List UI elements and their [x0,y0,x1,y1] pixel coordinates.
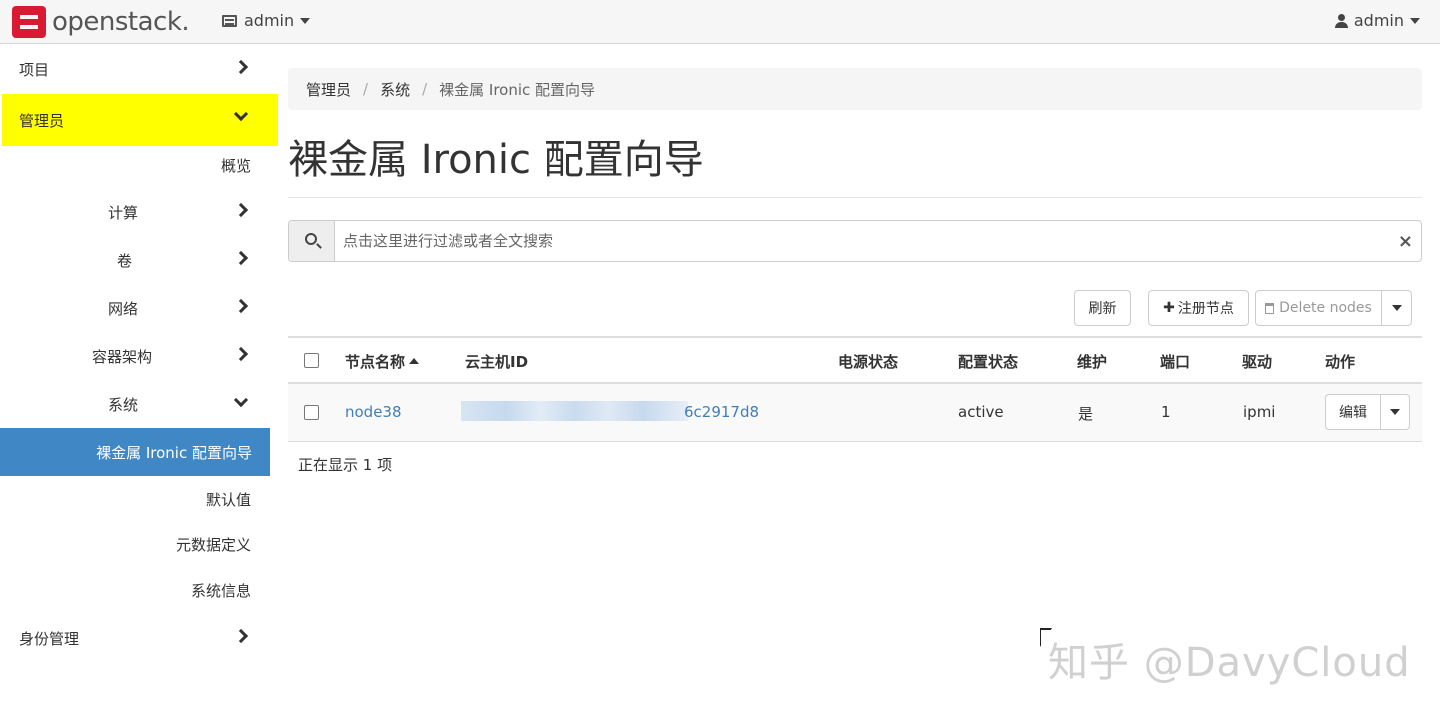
page-title: 裸金属 Ironic 配置向导 [288,137,704,183]
select-all-checkbox[interactable] [304,353,319,368]
sort-ascending-icon [409,358,420,364]
column-header-maintenance[interactable]: 维护 [1077,351,1107,372]
chevron-right-icon [233,250,249,266]
sidebar-item-admin[interactable]: 管理员 [2,94,278,146]
openstack-logo-icon [12,6,46,38]
sidebar-item-network[interactable]: 网络 [0,284,278,332]
caret-down-icon [300,17,311,24]
sidebar-item-system-info[interactable]: 系统信息 [0,566,278,614]
plus-icon: ✚ [1163,300,1175,316]
sidebar-item-label: 卷 [117,251,133,270]
user-name: admin [1353,11,1404,30]
sidebar-item-label: 身份管理 [19,629,80,648]
provision-state-cell: active [958,403,1004,421]
sidebar-item-label: 容器架构 [92,347,153,366]
sidebar-item-label: 管理员 [19,111,65,130]
sidebar-item-label: 默认值 [205,490,251,509]
breadcrumb-item-current: 裸金属 Ironic 配置向导 [439,80,596,99]
sidebar-item-label: 网络 [108,299,139,318]
project-name: admin [244,11,295,30]
search-addon[interactable] [289,221,335,261]
chevron-right-icon [233,202,249,218]
register-node-label: 注册节点 [1177,301,1234,317]
caret-down-icon [1410,17,1420,24]
search-input[interactable] [335,221,1375,261]
register-node-button[interactable]: ✚ 注册节点 [1148,290,1249,326]
table-header: 节点名称 云主机ID 电源状态 配置状态 维护 端口 驱动 动作 [288,336,1422,384]
sidebar-item-label: 系统 [108,395,139,414]
breadcrumb-separator: / [422,80,428,98]
project-selector[interactable]: admin [222,11,311,30]
sidebar: 项目 管理员 概览 计算 卷 网络 容器架构 系统 裸金属 Ironic 配置向… [0,45,278,721]
sidebar-item-label: 项目 [19,60,50,79]
chevron-right-icon [233,346,249,362]
edit-button[interactable]: 编辑 [1325,394,1381,430]
logo-text: openstack. [52,7,190,37]
trash-icon [1265,302,1275,314]
breadcrumb-item-system[interactable]: 系统 [380,79,410,100]
project-list-icon [222,14,237,27]
sidebar-item-label: 系统信息 [190,581,251,600]
instance-id-link[interactable]: 6c2917d8 [684,403,759,421]
maintenance-cell: 是 [1078,405,1094,423]
redacted-id-overlay [461,401,688,421]
sidebar-item-label: 概览 [220,156,251,175]
delete-nodes-label: Delete nodes [1279,300,1372,316]
sidebar-item-system[interactable]: 系统 [0,380,278,428]
row-actions: 编辑 [1325,394,1411,430]
sidebar-item-volume[interactable]: 卷 [0,236,278,284]
chevron-right-icon [233,298,249,314]
sidebar-item-overview[interactable]: 概览 [0,141,278,189]
watermark: 知乎 @DavyCloud [1048,640,1411,686]
driver-cell: ipmi [1243,403,1276,421]
delete-nodes-button[interactable]: Delete nodes [1255,290,1382,326]
table-row: node38 6c2917d8 active 是 1 ipmi 编辑 [288,384,1422,442]
search-icon [305,233,317,245]
node-name-link[interactable]: node38 [345,403,402,421]
sidebar-item-label: 计算 [108,203,139,222]
openstack-logo[interactable]: openstack. [12,5,190,39]
breadcrumb-item-admin[interactable]: 管理员 [306,79,351,100]
more-actions-dropdown[interactable] [1381,290,1412,326]
column-header-driver[interactable]: 驱动 [1242,351,1272,372]
chevron-down-icon [233,106,249,122]
clear-search-icon[interactable]: × [1398,231,1413,252]
sidebar-item-compute[interactable]: 计算 [0,188,278,236]
chevron-down-icon [233,392,249,408]
top-navbar: openstack. admin admin [0,0,1440,44]
sidebar-item-container-infra[interactable]: 容器架构 [0,332,278,380]
items-count: 正在显示 1 项 [298,456,393,474]
refresh-button[interactable]: 刷新 [1074,290,1131,326]
column-header-provision-state[interactable]: 配置状态 [958,351,1018,372]
column-header-ports[interactable]: 端口 [1160,351,1190,372]
column-header-actions: 动作 [1325,353,1356,371]
column-header-node-name[interactable]: 节点名称 [345,351,420,372]
title-divider [288,197,1422,198]
row-actions-dropdown[interactable] [1380,394,1410,430]
sidebar-item-label: 元数据定义 [175,535,251,554]
ports-cell: 1 [1161,403,1171,421]
row-checkbox[interactable] [304,405,319,420]
breadcrumb: 管理员 / 系统 / 裸金属 Ironic 配置向导 [288,68,1422,110]
column-header-power-state[interactable]: 电源状态 [838,351,898,372]
sidebar-item-defaults[interactable]: 默认值 [0,475,278,523]
sidebar-item-label: 裸金属 Ironic 配置向导 [96,443,252,462]
chevron-right-icon [233,59,249,75]
user-menu[interactable]: admin [1334,11,1420,30]
column-header-instance-id[interactable]: 云主机ID [465,351,528,372]
user-icon [1334,13,1348,28]
sidebar-item-project[interactable]: 项目 [0,45,278,93]
chevron-right-icon [233,628,249,644]
caret-down-icon [1391,305,1402,311]
breadcrumb-separator: / [363,80,369,98]
sidebar-item-metadata-definitions[interactable]: 元数据定义 [0,520,278,568]
sidebar-item-ironic-wizard[interactable]: 裸金属 Ironic 配置向导 [0,428,270,476]
sidebar-item-identity[interactable]: 身份管理 [0,614,278,662]
search-bar: × [288,220,1422,262]
caret-down-icon [1390,409,1400,415]
